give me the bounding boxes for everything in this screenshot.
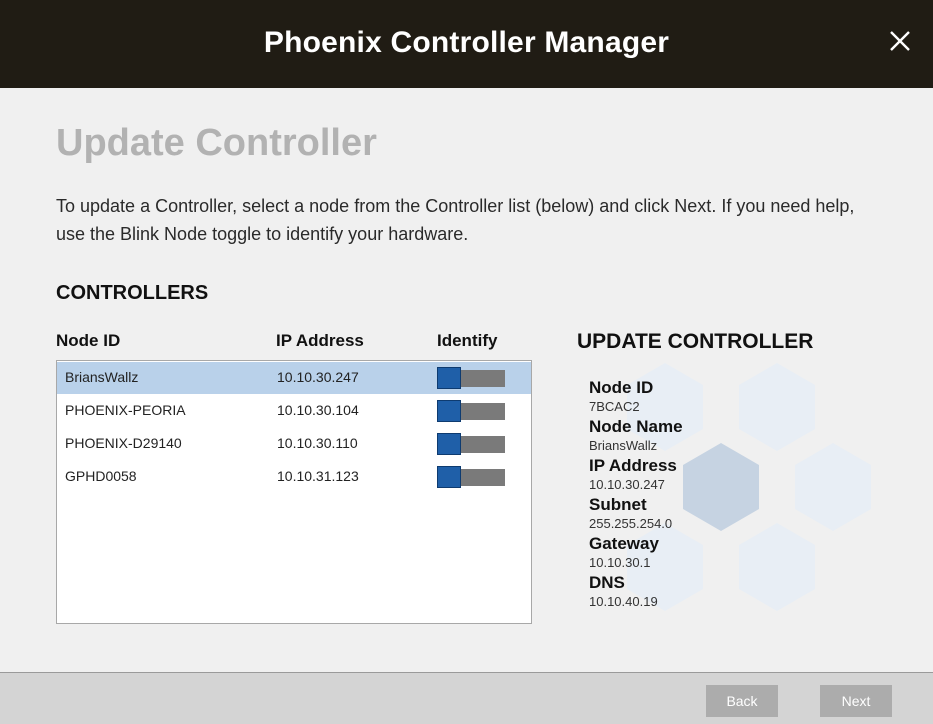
controller-node-id: GPHD0058 — [65, 468, 137, 484]
window-title: Phoenix Controller Manager — [263, 26, 670, 59]
detail-label-subnet: Subnet — [589, 495, 647, 514]
detail-label-ip-address: IP Address — [589, 456, 677, 475]
controllers-section-title: CONTROLLERS — [56, 282, 209, 304]
column-header-node-id: Node ID — [56, 331, 121, 350]
controller-row[interactable]: GPHD0058 10.10.31.123 — [57, 461, 531, 493]
detail-value-node-id: 7BCAC2 — [589, 399, 640, 414]
close-icon[interactable] — [887, 28, 913, 54]
toggle-knob — [437, 400, 461, 422]
main-content: Update Controller To update a Controller… — [0, 88, 933, 672]
controller-row[interactable]: PHOENIX-D29140 10.10.30.110 — [57, 428, 531, 460]
detail-label-node-id: Node ID — [589, 378, 654, 397]
page-title: Update Controller — [56, 122, 377, 164]
controller-node-id: PHOENIX-D29140 — [65, 435, 182, 451]
detail-value-gateway: 10.10.30.1 — [589, 555, 651, 570]
controller-ip-address: 10.10.30.104 — [277, 402, 359, 418]
controller-ip-address: 10.10.31.123 — [277, 468, 359, 484]
controller-details: Node ID 7BCAC2 Node Name BriansWallz IP … — [589, 378, 683, 612]
next-button[interactable]: Next — [820, 685, 892, 717]
controller-row[interactable]: BriansWallz 10.10.30.247 — [57, 362, 531, 394]
controller-list[interactable]: BriansWallz 10.10.30.247 PHOENIX-PEORIA … — [56, 360, 532, 624]
controller-node-id: BriansWallz — [65, 369, 139, 385]
detail-value-subnet: 255.255.254.0 — [589, 516, 673, 531]
blink-node-toggle[interactable] — [437, 367, 505, 389]
detail-value-node-name: BriansWallz — [589, 438, 658, 453]
toggle-track — [459, 469, 505, 486]
toggle-track — [459, 403, 505, 420]
toggle-knob — [437, 367, 461, 389]
detail-label-node-name: Node Name — [589, 417, 683, 436]
controller-row[interactable]: PHOENIX-PEORIA 10.10.30.104 — [57, 395, 531, 427]
blink-node-toggle[interactable] — [437, 400, 505, 422]
page-description: To update a Controller, select a node fr… — [56, 196, 855, 244]
detail-value-ip-address: 10.10.30.247 — [589, 477, 665, 492]
controller-ip-address: 10.10.30.110 — [277, 435, 358, 451]
toggle-track — [459, 436, 505, 453]
title-bar: Phoenix Controller Manager — [0, 0, 933, 88]
column-header-identify: Identify — [437, 331, 498, 350]
update-panel-title: UPDATE CONTROLLER — [577, 330, 814, 353]
toggle-track — [459, 370, 505, 387]
detail-label-gateway: Gateway — [589, 534, 659, 553]
back-button[interactable]: Back — [706, 685, 778, 717]
controller-node-id: PHOENIX-PEORIA — [65, 402, 186, 418]
detail-label-dns: DNS — [589, 573, 625, 592]
toggle-knob — [437, 433, 461, 455]
blink-node-toggle[interactable] — [437, 433, 505, 455]
toggle-knob — [437, 466, 461, 488]
blink-node-toggle[interactable] — [437, 466, 505, 488]
controller-ip-address: 10.10.30.247 — [277, 369, 359, 385]
footer-bar: Back Next — [0, 672, 933, 724]
app-window: Phoenix Controller Manager Update Contro… — [0, 0, 933, 724]
detail-value-dns: 10.10.40.19 — [589, 594, 658, 609]
column-header-ip-address: IP Address — [276, 331, 364, 350]
